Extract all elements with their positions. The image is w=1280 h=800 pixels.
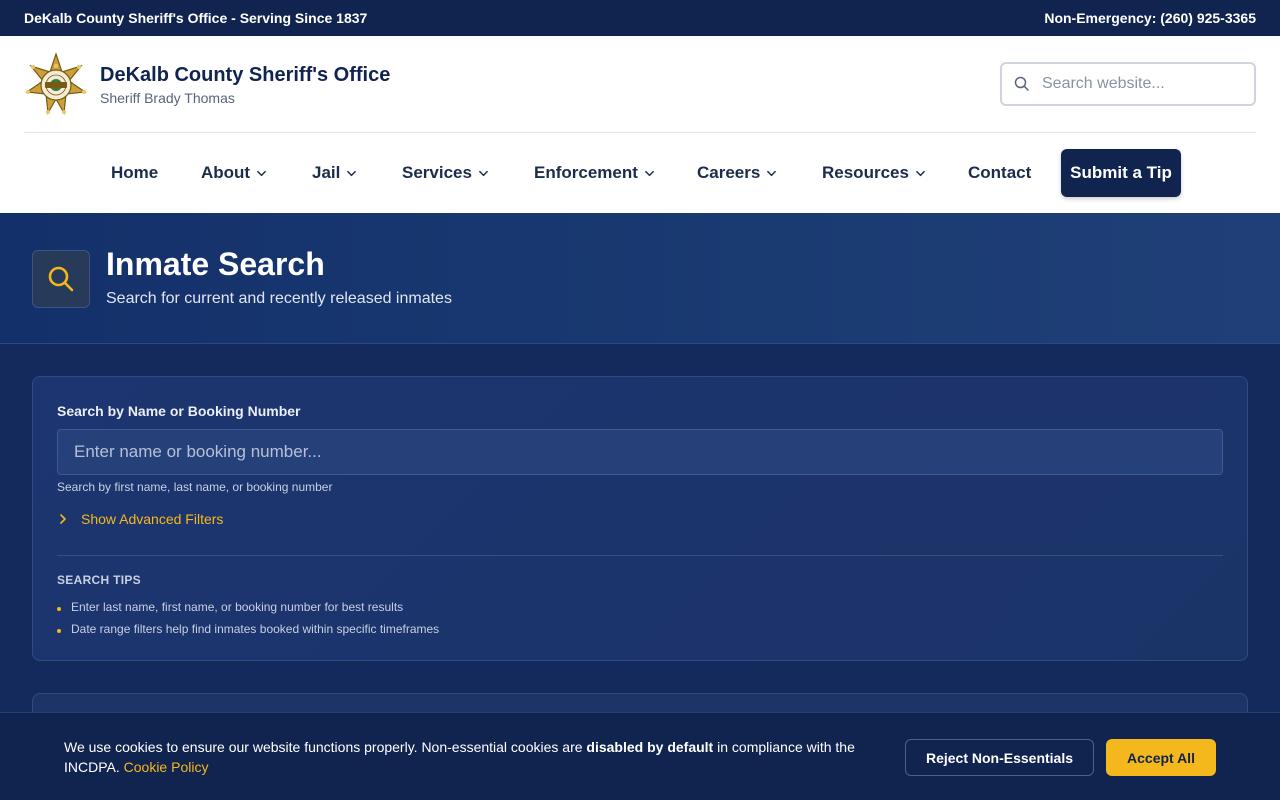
nav-item-careers[interactable]: Careers — [697, 149, 777, 197]
nav-item-contact[interactable]: Contact — [968, 149, 1031, 197]
site-search-box[interactable] — [1000, 62, 1256, 106]
submit-tip-button[interactable]: Submit a Tip — [1061, 149, 1181, 197]
nav-item-label: About — [201, 163, 251, 182]
nav-item-label: Home — [111, 163, 159, 182]
reject-non-essentials-button[interactable]: Reject Non-Essentials — [905, 739, 1094, 776]
sheriff-badge-logo — [25, 52, 87, 115]
chevron-down-icon — [479, 170, 488, 176]
show-advanced-filters-toggle[interactable]: Show Advanced Filters — [57, 511, 223, 527]
cookie-policy-link[interactable]: Cookie Policy — [124, 759, 209, 775]
list-item: Enter last name, first name, or booking … — [57, 596, 439, 618]
search-field-label: Search by Name or Booking Number — [57, 403, 301, 419]
nav-item-about[interactable]: About — [201, 149, 267, 197]
nav-item-home[interactable]: Home — [111, 149, 158, 197]
nav-item-services[interactable]: Services — [402, 149, 489, 197]
nav-item-label: Contact — [968, 163, 1032, 182]
page-subtitle: Search for current and recently released… — [106, 290, 452, 307]
chevron-down-icon — [645, 170, 654, 176]
search-icon — [48, 266, 74, 292]
search-tips-list: Enter last name, first name, or booking … — [57, 596, 439, 640]
chevron-down-icon — [347, 170, 357, 176]
tip-text: Date range filters help find inmates boo… — [71, 622, 440, 636]
accept-all-button[interactable]: Accept All — [1106, 739, 1216, 776]
cookie-message: We use cookies to ensure our website fun… — [64, 737, 894, 777]
nav-item-resources[interactable]: Resources — [822, 149, 926, 197]
list-item: Date range filters help find inmates boo… — [57, 618, 439, 640]
nav-item-jail[interactable]: Jail — [312, 149, 357, 197]
top-bar: DeKalb County Sheriff's Office - Serving… — [0, 0, 1280, 36]
card-divider — [57, 555, 1223, 556]
nav-item-label: Services — [402, 163, 472, 182]
page-title: Inmate Search — [106, 246, 325, 282]
sheriff-name: Sheriff Brady Thomas — [100, 89, 235, 106]
nav-item-label: Resources — [822, 163, 909, 182]
nav-item-enforcement[interactable]: Enforcement — [534, 149, 655, 197]
chevron-right-icon — [60, 514, 66, 524]
hero-icon-box — [32, 250, 90, 308]
site-title: DeKalb County Sheriff's Office — [100, 63, 391, 86]
site-header: DeKalb County Sheriff's Office Sheriff B… — [0, 36, 1280, 213]
inmate-search-card: Search by Name or Booking Number Search … — [32, 376, 1248, 661]
nav-item-label: Jail — [312, 163, 341, 182]
brand[interactable]: DeKalb County Sheriff's Office Sheriff B… — [24, 52, 390, 116]
chevron-down-icon — [767, 170, 777, 176]
cookie-text-part: We use cookies to ensure our website fun… — [64, 739, 587, 755]
page-hero: Inmate Search Search for current and rec… — [0, 213, 1280, 344]
cookie-text-bold: disabled by default — [586, 739, 714, 755]
cookie-banner: We use cookies to ensure our website fun… — [0, 712, 1280, 800]
nav-item-label: Careers — [697, 163, 761, 182]
search-tips-heading: SEARCH TIPS — [57, 573, 141, 587]
header-divider — [24, 132, 1256, 133]
tip-text: Enter last name, first name, or booking … — [71, 600, 404, 614]
inmate-search-input[interactable] — [57, 429, 1223, 475]
chevron-down-icon — [916, 170, 925, 176]
main-nav: Home About Jail Services Enforcement Car… — [0, 149, 1280, 197]
chevron-down-icon — [257, 170, 266, 176]
site-search-input[interactable] — [1042, 75, 1242, 93]
advanced-filters-label: Show Advanced Filters — [81, 511, 224, 527]
nav-item-label: Enforcement — [534, 163, 638, 182]
bullet-icon — [57, 607, 61, 611]
bullet-icon — [57, 629, 61, 633]
search-help-text: Search by first name, last name, or book… — [57, 480, 333, 494]
top-bar-tagline: DeKalb County Sheriff's Office - Serving… — [24, 10, 368, 26]
search-icon — [1014, 76, 1029, 91]
non-emergency-phone[interactable]: Non-Emergency: (260) 925-3365 — [1044, 10, 1256, 26]
